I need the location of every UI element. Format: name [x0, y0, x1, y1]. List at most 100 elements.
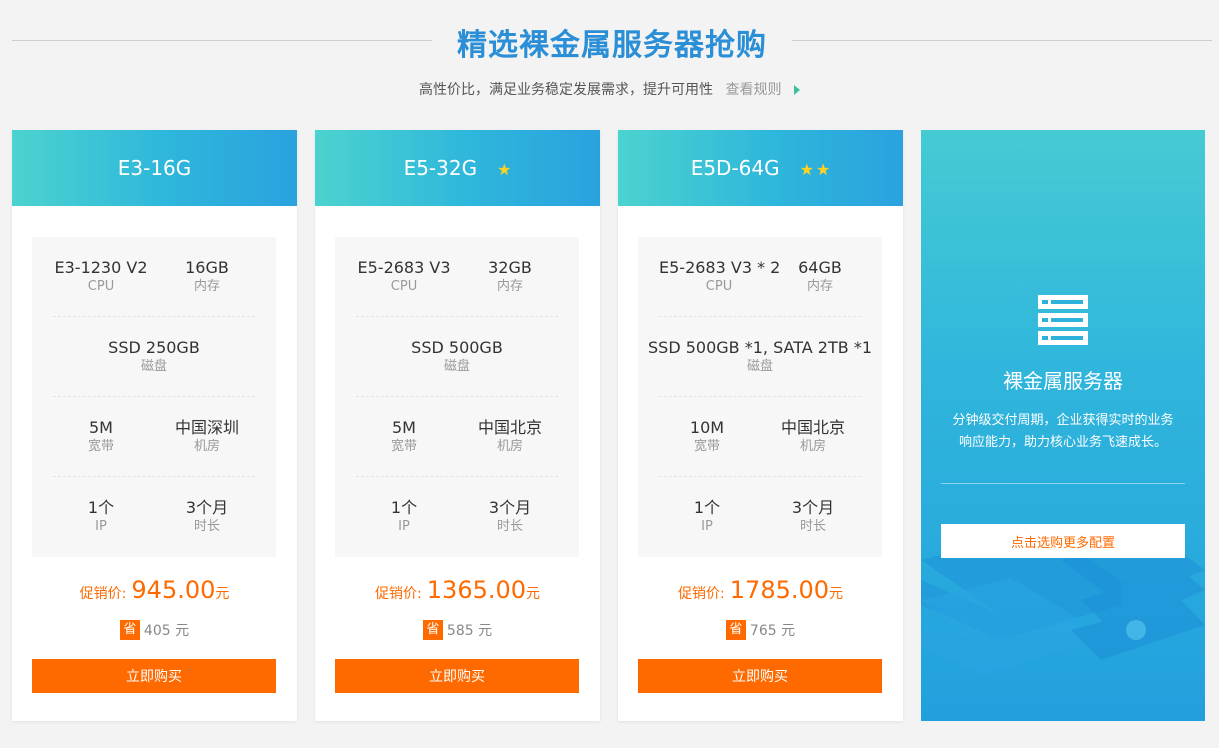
- spec-row-ip-duration: 1个 IP 3个月 时长: [356, 477, 558, 557]
- spec-cpu-label: CPU: [390, 278, 418, 294]
- price-unit: 元: [829, 586, 844, 602]
- spec-ip-value: 1个: [87, 498, 115, 517]
- promo-title: 裸金属服务器: [1003, 369, 1123, 393]
- spec-duration: 3个月 时长: [765, 498, 861, 536]
- spec-bandwidth-value: 10M: [689, 417, 725, 437]
- spec-duration-value: 3个月: [791, 498, 835, 517]
- plan-stars: ★: [491, 156, 511, 180]
- spec-datacenter-value: 中国北京: [477, 417, 542, 437]
- plan-stars: ★ ★: [794, 156, 831, 180]
- promo-description-line: 响应能力，助力核心业务飞速成长。: [958, 435, 1167, 450]
- savings-row: 省 765 元: [618, 620, 903, 640]
- plan-card-header: E5-32G ★: [315, 130, 600, 206]
- plan-name: E3-16G: [117, 156, 192, 180]
- spec-memory: 64GB 内存: [779, 258, 861, 296]
- price-row: 促销价: 1365.00元: [315, 576, 600, 604]
- price-value: 945.00: [131, 576, 216, 604]
- spec-datacenter-value: 中国深圳: [174, 417, 239, 437]
- star-icon: ★: [497, 160, 512, 179]
- spec-row-ip-duration: 1个 IP 3个月 时长: [659, 477, 861, 557]
- spec-datacenter: 中国北京 机房: [765, 418, 861, 456]
- spec-datacenter: 中国深圳 机房: [159, 418, 255, 456]
- spec-ip-value: 1个: [390, 498, 418, 517]
- spec-duration-label: 时长: [496, 519, 523, 534]
- spec-disk-label: 磁盘: [140, 358, 167, 374]
- price-unit: 元: [215, 586, 230, 602]
- buy-now-button[interactable]: 立即购买: [638, 659, 882, 693]
- price-value: 1785.00: [729, 576, 830, 604]
- spec-ip: 1个 IP: [356, 498, 452, 536]
- spec-row-disk: SSD 500GB 磁盘: [356, 317, 558, 397]
- spec-ip: 1个 IP: [659, 498, 755, 536]
- promo-divider: [941, 483, 1185, 484]
- spec-datacenter: 中国北京 机房: [462, 418, 558, 456]
- arrow-right-icon[interactable]: [793, 85, 800, 95]
- spec-duration-label: 时长: [799, 519, 826, 534]
- spec-memory-label: 内存: [496, 278, 523, 294]
- spec-disk-value: SSD 250GB: [108, 337, 200, 357]
- price-label: 促销价:: [79, 586, 127, 602]
- plan-card-e5d-64g: E5D-64G ★ ★ E5-2683 V3 * 2 CPU 64GB 内存 SS…: [618, 130, 903, 721]
- plan-card-e5-32g: E5-32G ★ E5-2683 V3 CPU 32GB 内存 SSD 500G…: [315, 130, 600, 721]
- subtitle: 高性价比，满足业务稳定发展需求，提升可用性: [419, 82, 714, 98]
- spec-bandwidth-value: 5M: [392, 417, 416, 437]
- plan-card-header: E5D-64G ★ ★: [618, 130, 903, 206]
- spec-row-cpu-memory: E3-1230 V2 CPU 16GB 内存: [53, 237, 255, 317]
- savings-badge: 省: [119, 620, 140, 640]
- spec-bandwidth-label: 宽带: [693, 438, 720, 454]
- spec-datacenter-value: 中国北京: [780, 417, 845, 437]
- subtitle-row: 高性价比，满足业务稳定发展需求，提升可用性 查看规则: [0, 80, 1219, 100]
- price-label: 促销价:: [677, 586, 725, 602]
- price-value: 1365.00: [426, 576, 527, 604]
- promo-description: 分钟级交付周期，企业获得实时的业务 响应能力，助力核心业务飞速成长。: [941, 410, 1185, 454]
- spec-disk-label: 磁盘: [747, 358, 774, 374]
- spec-ip-value: 1个: [693, 498, 721, 517]
- spec-ip-label: IP: [701, 519, 713, 534]
- spec-row-bandwidth-room: 5M 宽带 中国北京 机房: [356, 397, 558, 477]
- spec-row-disk: SSD 500GB *1, SATA 2TB *1 磁盘: [648, 317, 872, 397]
- savings-row: 省 585 元: [315, 620, 600, 640]
- spec-row-bandwidth-room: 10M 宽带 中国北京 机房: [659, 397, 861, 477]
- spec-bandwidth: 10M 宽带: [659, 418, 755, 456]
- spec-duration-value: 3个月: [185, 498, 229, 517]
- spec-row-ip-duration: 1个 IP 3个月 时长: [53, 477, 255, 557]
- star-icon: ★: [815, 160, 831, 179]
- buy-now-button[interactable]: 立即购买: [335, 659, 579, 693]
- spec-cpu-label: CPU: [87, 278, 115, 294]
- spec-duration: 3个月 时长: [462, 498, 558, 536]
- spec-bandwidth-label: 宽带: [390, 438, 417, 454]
- spec-row-disk: SSD 250GB 磁盘: [53, 317, 255, 397]
- spec-duration: 3个月 时长: [159, 498, 255, 536]
- savings-badge: 省: [725, 620, 746, 640]
- section-header: 精选裸金属服务器抢购: [0, 0, 1219, 84]
- server-rack-icon: [1038, 295, 1088, 345]
- spec-disk: SSD 500GB *1, SATA 2TB *1 磁盘: [648, 338, 872, 376]
- spec-memory-label: 内存: [193, 278, 220, 294]
- spec-cpu-value: E5-2683 V3 * 2: [659, 257, 781, 277]
- title-divider-left: [12, 40, 432, 41]
- price-label: 促销价:: [374, 586, 422, 602]
- savings-row: 省 405 元: [12, 620, 297, 640]
- spec-memory-label: 内存: [806, 278, 833, 294]
- spec-cpu: E5-2683 V3 * 2 CPU: [659, 257, 781, 296]
- spec-ip-label: IP: [398, 519, 410, 534]
- spec-bandwidth: 5M 宽带: [53, 418, 149, 456]
- spec-row-cpu-memory: E5-2683 V3 CPU 32GB 内存: [356, 237, 558, 317]
- more-configs-button[interactable]: 点击选购更多配置: [941, 524, 1185, 558]
- spec-cpu-label: CPU: [705, 278, 733, 294]
- promo-description-line: 分钟级交付周期，企业获得实时的业务: [952, 413, 1174, 428]
- price-unit: 元: [526, 586, 541, 602]
- page-title: 精选裸金属服务器抢购: [457, 28, 767, 63]
- buy-now-button[interactable]: 立即购买: [32, 659, 276, 693]
- view-rules-link[interactable]: 查看规则: [726, 82, 782, 98]
- plan-name: E5-32G: [403, 156, 478, 180]
- savings-amount: 765 元: [749, 623, 796, 639]
- spec-bandwidth-label: 宽带: [87, 438, 114, 454]
- spec-duration-value: 3个月: [488, 498, 532, 517]
- price-row: 促销价: 1785.00元: [618, 576, 903, 604]
- spec-disk-value: SSD 500GB: [411, 337, 503, 357]
- spec-disk: SSD 250GB 磁盘: [53, 338, 255, 376]
- spec-disk: SSD 500GB 磁盘: [356, 338, 558, 376]
- spec-datacenter-label: 机房: [496, 438, 523, 454]
- spec-memory-value: 64GB: [798, 257, 842, 277]
